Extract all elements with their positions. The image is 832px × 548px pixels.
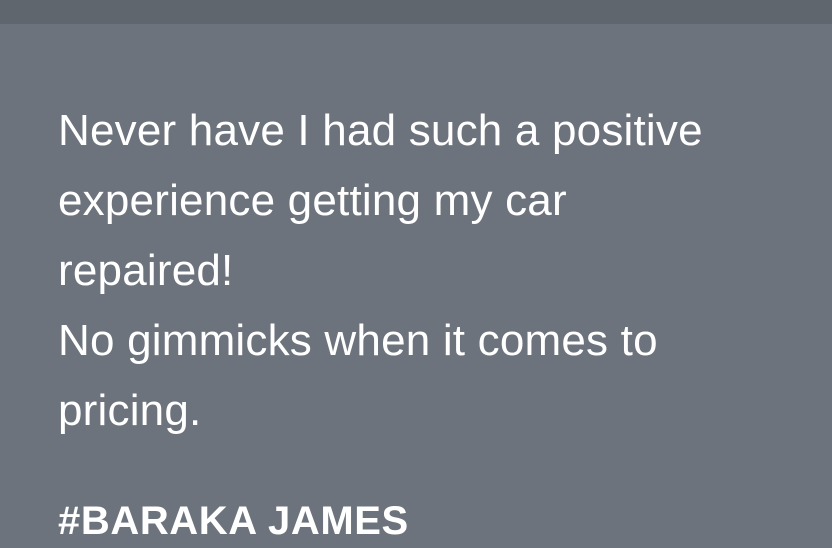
top-bar (0, 0, 832, 24)
testimonial-card: Never have I had such a positive experie… (0, 24, 832, 548)
quote-line: pricing. (58, 386, 202, 435)
quote-line: repaired! (58, 246, 234, 295)
quote-line: experience getting my car (58, 176, 567, 225)
testimonial-quote: Never have I had such a positive experie… (58, 96, 798, 446)
quote-line: Never have I had such a positive (58, 106, 703, 155)
testimonial-author: #BARAKA JAMES (58, 499, 409, 543)
quote-line: No gimmicks when it comes to (58, 316, 658, 365)
